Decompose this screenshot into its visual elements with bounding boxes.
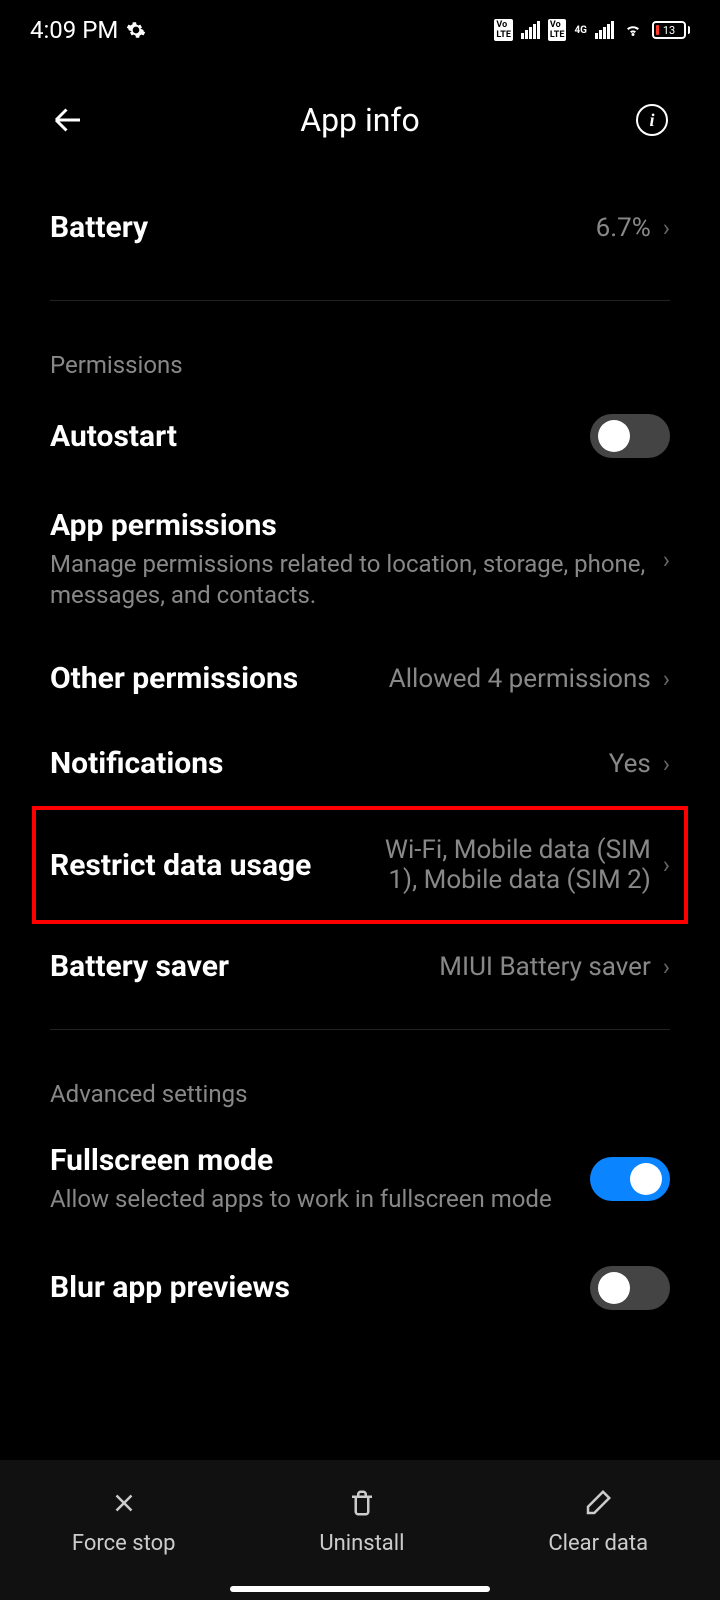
- fullscreen-subtitle: Allow selected apps to work in fullscree…: [50, 1184, 590, 1215]
- autostart-title: Autostart: [50, 419, 590, 454]
- clear-data-label: Clear data: [548, 1531, 648, 1556]
- blur-row[interactable]: Blur app previews: [50, 1241, 670, 1335]
- advanced-section-header: Advanced settings: [50, 1050, 670, 1118]
- force-stop-button[interactable]: Force stop: [72, 1485, 176, 1556]
- autostart-toggle[interactable]: [590, 414, 670, 458]
- eraser-icon: [580, 1485, 616, 1521]
- page-title: App info: [86, 101, 634, 139]
- chevron-right-icon: ›: [663, 546, 670, 574]
- clear-data-button[interactable]: Clear data: [548, 1485, 648, 1556]
- close-icon: [106, 1485, 142, 1521]
- battery-saver-value: MIUI Battery saver: [439, 952, 650, 982]
- restrict-data-value: Wi-Fi, Mobile data (SIM 1), Mobile data …: [371, 835, 651, 895]
- signal-bars-2: [595, 21, 614, 39]
- chevron-right-icon: ›: [663, 851, 670, 879]
- info-icon[interactable]: i: [634, 102, 670, 138]
- battery-title: Battery: [50, 210, 596, 245]
- gear-icon: [126, 20, 146, 40]
- bottom-bar: Force stop Uninstall Clear data: [0, 1460, 720, 1600]
- fullscreen-row[interactable]: Fullscreen mode Allow selected apps to w…: [50, 1118, 670, 1240]
- battery-saver-row[interactable]: Battery saver MIUI Battery saver ›: [50, 924, 670, 1009]
- chevron-right-icon: ›: [663, 214, 670, 242]
- status-right: VoLTE VoLTE 4G 13: [494, 19, 690, 41]
- fullscreen-toggle[interactable]: [590, 1157, 670, 1201]
- status-left: 4:09 PM: [30, 16, 146, 44]
- battery-icon: 13: [652, 21, 690, 39]
- divider: [50, 300, 670, 301]
- divider: [50, 1029, 670, 1030]
- other-permissions-value: Allowed 4 permissions: [389, 664, 651, 694]
- volte-icon-2: VoLTE: [548, 19, 567, 41]
- chevron-right-icon: ›: [663, 665, 670, 693]
- restrict-data-title: Restrict data usage: [50, 848, 371, 883]
- 4g-icon: 4G: [574, 25, 587, 36]
- autostart-row[interactable]: Autostart: [50, 389, 670, 483]
- signal-bars-1: [521, 21, 540, 39]
- content: Battery 6.7% › Permissions Autostart App…: [0, 160, 720, 1335]
- status-time: 4:09 PM: [30, 16, 118, 44]
- force-stop-label: Force stop: [72, 1531, 176, 1556]
- other-permissions-row[interactable]: Other permissions Allowed 4 permissions …: [50, 636, 670, 721]
- battery-saver-title: Battery saver: [50, 949, 439, 984]
- notifications-row[interactable]: Notifications Yes ›: [50, 721, 670, 806]
- blur-title: Blur app previews: [50, 1270, 590, 1305]
- home-indicator[interactable]: [230, 1586, 490, 1592]
- blur-toggle[interactable]: [590, 1266, 670, 1310]
- wifi-icon: [622, 21, 644, 39]
- trash-icon: [344, 1485, 380, 1521]
- app-permissions-row[interactable]: App permissions Manage permissions relat…: [50, 483, 670, 636]
- status-bar: 4:09 PM VoLTE VoLTE 4G 13: [0, 0, 720, 60]
- battery-row[interactable]: Battery 6.7% ›: [50, 160, 670, 280]
- chevron-right-icon: ›: [663, 750, 670, 778]
- highlight-box: Restrict data usage Wi-Fi, Mobile data (…: [32, 806, 688, 924]
- other-permissions-title: Other permissions: [50, 661, 389, 696]
- notifications-title: Notifications: [50, 746, 609, 781]
- back-icon[interactable]: [50, 102, 86, 138]
- app-permissions-title: App permissions: [50, 508, 663, 543]
- notifications-value: Yes: [609, 749, 651, 779]
- volte-icon-1: VoLTE: [494, 19, 513, 41]
- uninstall-label: Uninstall: [319, 1531, 404, 1556]
- restrict-data-row[interactable]: Restrict data usage Wi-Fi, Mobile data (…: [50, 810, 670, 920]
- header: App info i: [0, 80, 720, 160]
- app-permissions-subtitle: Manage permissions related to location, …: [50, 549, 663, 611]
- battery-value: 6.7%: [596, 213, 651, 243]
- fullscreen-title: Fullscreen mode: [50, 1143, 590, 1178]
- uninstall-button[interactable]: Uninstall: [319, 1485, 404, 1556]
- permissions-section-header: Permissions: [50, 321, 670, 389]
- chevron-right-icon: ›: [663, 953, 670, 981]
